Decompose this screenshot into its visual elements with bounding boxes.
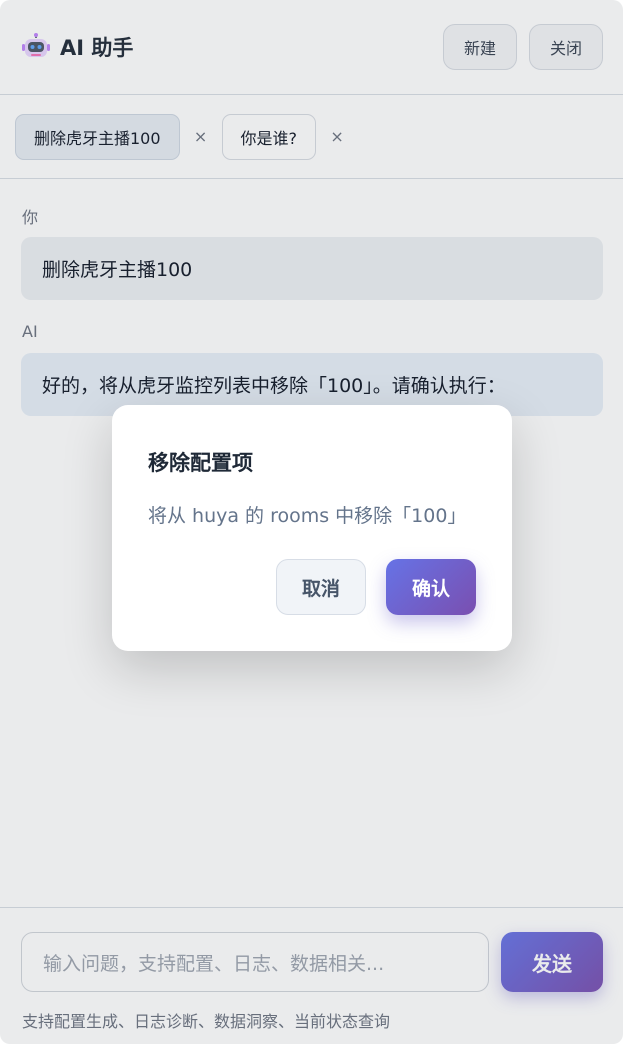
ai-assistant-window: AI 助手 新建 关闭 删除虎牙主播100 × 你是谁? × 你 删除虎牙主播1… <box>0 0 623 1044</box>
confirm-button[interactable]: 确认 <box>386 559 476 615</box>
remove-config-dialog: 移除配置项 将从 huya 的 rooms 中移除「100」 取消 确认 <box>112 405 512 651</box>
cancel-button[interactable]: 取消 <box>276 559 366 615</box>
dialog-message: 将从 huya 的 rooms 中移除「100」 <box>148 505 467 527</box>
dialog-title: 移除配置项 <box>148 451 253 475</box>
